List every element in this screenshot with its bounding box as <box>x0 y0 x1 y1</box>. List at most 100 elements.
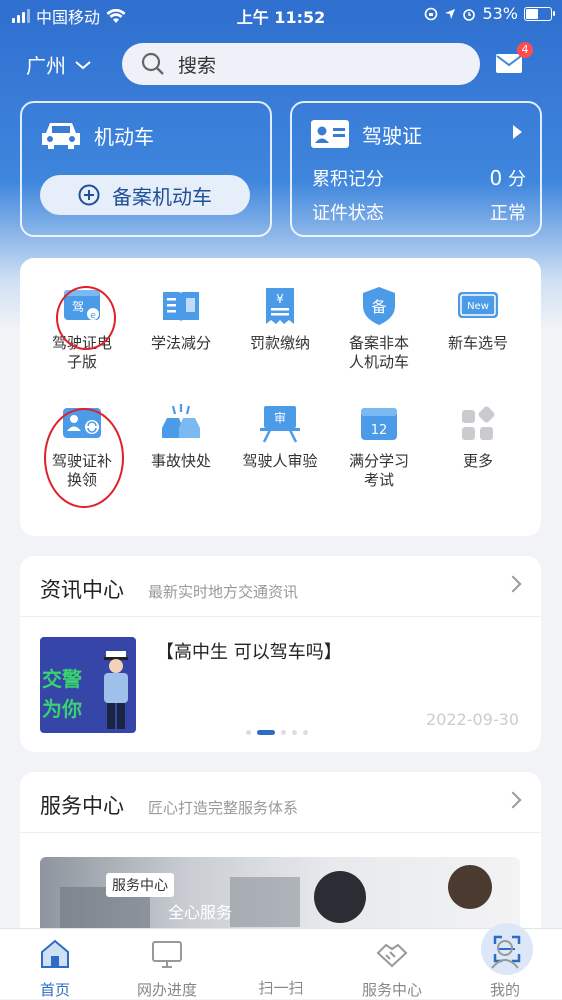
message-badge: 4 <box>517 42 533 58</box>
license-card[interactable]: 驾驶证 累积记分 0 分 证件状态 正常 <box>290 101 542 237</box>
audit-glyph: 审 <box>274 410 286 425</box>
search-icon <box>141 52 164 75</box>
audit-icon: 审 <box>258 402 302 446</box>
vehicle-card: 机动车 备案机动车 <box>20 101 272 237</box>
car-accident-icon <box>159 402 203 446</box>
service-label: 更多 <box>462 452 493 470</box>
battery-icon <box>524 6 555 21</box>
new-plate-icon: New <box>456 284 500 328</box>
car-icon <box>42 123 80 149</box>
tab-scan[interactable]: 扫一扫 <box>226 923 533 998</box>
services-grid: e驾 驾驶证电 子版 学法减分 ¥ 罚款缴纳 备 备案非本 人机动车 New 新车选… <box>20 258 541 536</box>
points-row: 累积记分 0 分 <box>312 165 526 191</box>
service-accident-quick[interactable]: 事故快处 <box>129 402 233 471</box>
annotation-circle <box>44 408 124 508</box>
license-title: 驾驶证 <box>362 123 422 148</box>
rotation-lock-icon <box>425 7 438 20</box>
divider <box>20 616 541 617</box>
register-vehicle-label: 备案机动车 <box>112 184 212 209</box>
carousel-dots <box>246 730 308 735</box>
chevron-right-icon[interactable] <box>504 575 522 593</box>
plus-circle-icon <box>78 184 100 206</box>
calendar-12-icon: 12 <box>357 402 401 446</box>
police-figure-icon <box>104 651 128 729</box>
divider <box>20 832 541 833</box>
news-subtitle: 最新实时地方交通资讯 <box>148 583 299 601</box>
monitor-icon <box>152 941 182 968</box>
service-fine-payment[interactable]: ¥ 罚款缴纳 <box>228 284 332 353</box>
service-center-subtitle: 匠心打造完整服务体系 <box>148 799 299 817</box>
tab-home[interactable]: 首页 <box>0 937 110 1000</box>
points-value: 0 <box>489 166 503 190</box>
id-card-icon <box>311 120 349 148</box>
service-label-line2: 考试 <box>363 471 394 489</box>
user-icon <box>491 940 519 969</box>
service-label: 事故快处 <box>150 452 211 470</box>
home-icon <box>41 939 69 968</box>
thumb-text-2: 为你 <box>42 697 82 721</box>
tab-label: 我的 <box>489 981 520 999</box>
shield-bei-icon: 备 <box>357 284 401 328</box>
service-label-line2: 子版 <box>66 353 97 371</box>
chevron-right-icon <box>513 125 522 139</box>
battery-percent: 53% <box>482 4 518 23</box>
status-row: 证件状态 正常 <box>312 199 526 225</box>
receipt-yuan-glyph: ¥ <box>276 292 284 306</box>
service-new-plate[interactable]: New 新车选号 <box>426 284 530 353</box>
register-vehicle-button[interactable]: 备案机动车 <box>40 175 250 215</box>
search-placeholder: 搜索 <box>178 54 217 77</box>
thumb-text-1: 交警 <box>42 667 82 691</box>
news-thumbnail[interactable]: 交警 为你 <box>40 637 136 733</box>
service-full-score-study[interactable]: 12 满分学习 考试 <box>327 402 431 490</box>
tab-service-center[interactable]: 服务中心 <box>337 937 447 1000</box>
handshake-icon <box>376 943 408 968</box>
calendar-12-glyph: 12 <box>371 423 388 438</box>
points-label: 累积记分 <box>312 169 384 190</box>
service-more[interactable]: 更多 <box>426 402 530 471</box>
points-unit: 分 <box>508 169 526 190</box>
service-register-other-vehicle[interactable]: 备 备案非本 人机动车 <box>327 284 431 372</box>
service-center-title: 服务中心 <box>40 794 124 818</box>
news-item-date: 2022-09-30 <box>426 710 519 729</box>
receipt-yuan-icon: ¥ <box>258 284 302 328</box>
city-selector[interactable]: 广州 <box>26 50 92 79</box>
service-label: 驾驶人审验 <box>242 452 318 470</box>
service-label: 备案非本 <box>348 334 409 352</box>
status-label: 证件状态 <box>312 203 384 224</box>
location-icon <box>445 8 456 19</box>
alarm-icon <box>463 8 476 21</box>
chevron-right-icon[interactable] <box>504 791 522 809</box>
tab-label: 首页 <box>39 981 70 999</box>
service-study-reduce-points[interactable]: 学法减分 <box>129 284 233 353</box>
service-banner-text: 全心服务 <box>168 903 233 922</box>
annotation-circle <box>56 286 116 350</box>
search-bar[interactable]: 搜索 <box>122 43 480 85</box>
tab-label: 服务中心 <box>361 981 422 999</box>
service-label: 满分学习 <box>348 452 409 470</box>
bottom-tab-bar: 首页 网办进度 扫一扫 服务中心 我的 <box>0 923 562 1000</box>
message-button[interactable]: 4 <box>495 42 533 78</box>
service-banner-tag: 服务中心 <box>106 873 174 897</box>
tab-progress[interactable]: 网办进度 <box>112 937 222 1000</box>
news-item-title[interactable]: 【高中生 可以驾车吗】 <box>156 638 342 664</box>
status-bar: 中国移动 上午 11:52 53% <box>0 0 562 28</box>
service-label: 罚款缴纳 <box>249 334 310 352</box>
status-value: 正常 <box>490 203 526 224</box>
tab-label: 扫一扫 <box>258 979 304 997</box>
top-bar: 广州 搜索 4 <box>0 38 562 90</box>
tab-label: 网办进度 <box>136 981 197 999</box>
city-name: 广州 <box>26 54 66 78</box>
new-plate-glyph: New <box>467 301 489 312</box>
more-grid-icon <box>456 402 500 446</box>
book-icon <box>159 284 203 328</box>
vehicle-title: 机动车 <box>94 124 154 149</box>
news-panel: 资讯中心 最新实时地方交通资讯 交警 为你 【高中生 可以驾车吗】 2022-0… <box>20 556 541 752</box>
shield-bei-glyph: 备 <box>371 298 386 316</box>
news-title: 资讯中心 <box>40 578 124 602</box>
service-label: 新车选号 <box>447 334 508 352</box>
service-label: 学法减分 <box>150 334 211 352</box>
service-label-line2: 人机动车 <box>348 353 409 371</box>
service-driver-audit[interactable]: 审 驾驶人审验 <box>228 402 332 471</box>
tab-profile[interactable]: 我的 <box>450 937 560 1000</box>
chevron-down-icon <box>75 60 91 69</box>
